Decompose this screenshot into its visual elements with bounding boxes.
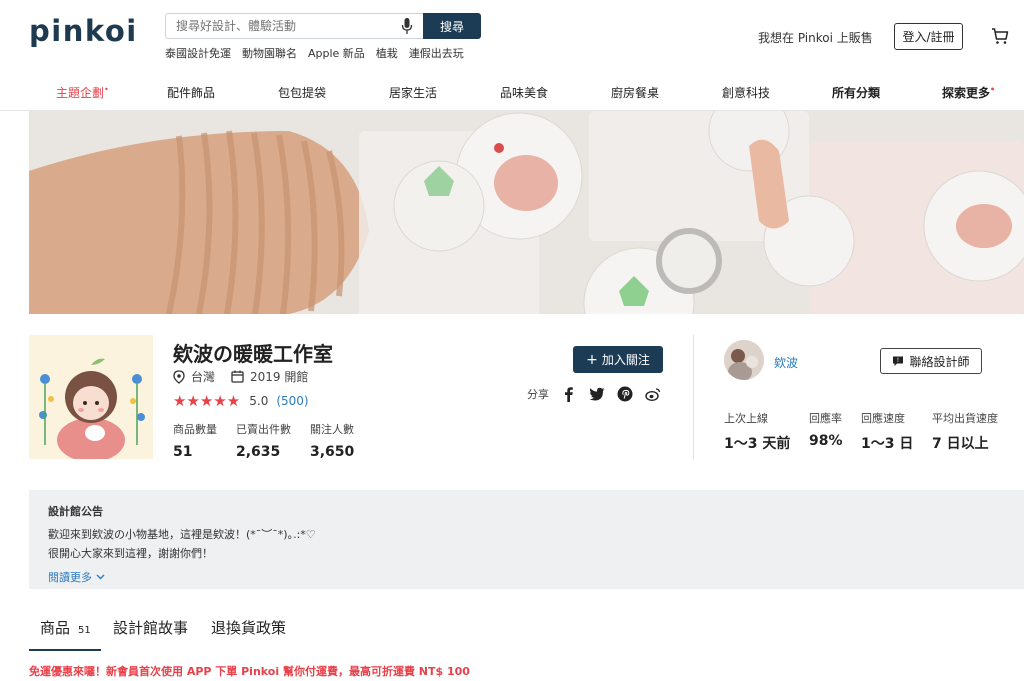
stat-value: 51 xyxy=(173,444,193,460)
designer-stat-response-speed: 回應速度 1～3 日 xyxy=(861,410,913,453)
stat-label: 關注人數 xyxy=(310,423,354,436)
announcement-text: 很開心大家來到這裡，謝謝你們！ xyxy=(48,547,213,560)
shop-avatar-illustration xyxy=(29,335,153,459)
search-button[interactable]: 搜尋 xyxy=(423,13,481,39)
category-nav: 主題企劃• 配件飾品 包包提袋 居家生活 品味美食 廚房餐桌 創意科技 所有分類… xyxy=(0,74,1024,111)
designer-photo xyxy=(724,340,764,380)
location-pin-icon xyxy=(173,369,185,384)
nav-item-theme[interactable]: 主題企劃• xyxy=(56,84,109,101)
pinkoi-logo[interactable]: pinkoi xyxy=(29,14,138,48)
tab-return-policy[interactable]: 退換貨政策 xyxy=(211,617,286,638)
stat-value: 2,635 xyxy=(236,444,281,460)
cart-icon[interactable] xyxy=(991,27,1009,45)
shop-avatar[interactable] xyxy=(29,335,153,459)
plus-icon: + xyxy=(586,352,598,368)
pinterest-icon[interactable] xyxy=(617,386,633,402)
stat-label: 回應速度 xyxy=(861,412,905,425)
stat-value: 3,650 xyxy=(310,444,355,460)
stat-value: 1～3 日 xyxy=(861,436,914,452)
share-row: 分享 xyxy=(527,386,661,402)
stat-label: 已賣出件數 xyxy=(236,423,291,436)
nav-item-explore-more[interactable]: 探索更多• xyxy=(942,84,995,101)
microphone-icon[interactable] xyxy=(401,17,413,35)
designer-stat-shipping-speed: 平均出貨速度 7 日以上 xyxy=(932,410,998,453)
active-tab-indicator xyxy=(29,649,101,651)
promo-banner-text[interactable]: 免運優惠來囉！新會員首次使用 APP 下單 Pinkoi 幫你付運費，最高可折運… xyxy=(29,663,470,679)
shop-banner xyxy=(29,111,1024,314)
tab-shop-story[interactable]: 設計館故事 xyxy=(113,617,188,638)
nav-label: 主題企劃 xyxy=(56,86,105,100)
designer-stat-last-online: 上次上線 1～3 天前 xyxy=(724,410,790,453)
new-dot: • xyxy=(104,85,109,94)
designer-avatar[interactable] xyxy=(724,340,764,380)
designer-name-link[interactable]: 欸波 xyxy=(774,354,798,371)
nav-label: 探索更多 xyxy=(942,86,991,100)
shop-rating: ★★★★★ 5.0 (500) xyxy=(173,392,309,410)
shop-opened: 2019 開館 xyxy=(250,370,309,384)
stat-followers: 關注人數 3,650 xyxy=(310,421,354,460)
chat-icon: ! xyxy=(893,356,904,366)
nav-item-accessories[interactable]: 配件飾品 xyxy=(167,84,215,101)
contact-designer-button[interactable]: ! 聯絡設計師 xyxy=(880,348,982,374)
follow-label: 加入關注 xyxy=(601,353,650,367)
shop-meta: 台灣 2019 開館 xyxy=(173,368,308,385)
announcement-title: 設計館公告 xyxy=(48,505,103,518)
search-input[interactable] xyxy=(165,13,423,39)
follow-button[interactable]: + 加入關注 xyxy=(573,346,663,373)
banner-image xyxy=(29,111,1024,314)
search-bar: 搜尋 xyxy=(165,13,481,39)
sell-on-pinkoi-link[interactable]: 我想在 Pinkoi 上販售 xyxy=(758,29,873,46)
hot-tag[interactable]: 植栽 xyxy=(376,45,398,61)
stat-value: 1～3 天前 xyxy=(724,436,791,452)
star-rating-icon: ★★★★★ xyxy=(173,392,241,410)
stat-value: 7 日以上 xyxy=(932,436,989,452)
rating-value: 5.0 xyxy=(249,394,269,408)
chevron-down-icon xyxy=(96,574,105,580)
hot-tag[interactable]: 泰國設計免運 xyxy=(165,45,231,61)
facebook-icon[interactable] xyxy=(561,386,577,402)
svg-text:!: ! xyxy=(897,357,899,364)
nav-item-home[interactable]: 居家生活 xyxy=(389,84,437,101)
new-dot: • xyxy=(990,85,996,94)
stat-sold: 已賣出件數 2,635 xyxy=(236,421,291,460)
stat-value: 98% xyxy=(809,433,843,449)
stat-label: 商品數量 xyxy=(173,423,217,436)
hot-tag[interactable]: 連假出去玩 xyxy=(409,45,464,61)
stat-label: 回應率 xyxy=(809,412,842,425)
login-register-button[interactable]: 登入/註冊 xyxy=(894,23,963,50)
share-label: 分享 xyxy=(527,388,549,401)
shop-name: 欸波の暖暖工作室 xyxy=(173,342,333,366)
hot-tag[interactable]: 動物園聯名 xyxy=(242,45,297,61)
vertical-divider xyxy=(693,335,694,459)
nav-item-food[interactable]: 品味美食 xyxy=(500,84,548,101)
tab-products[interactable]: 商品 51 xyxy=(40,617,91,638)
calendar-icon xyxy=(231,370,244,383)
hot-tags: 泰國設計免運 動物園聯名 Apple 新品 植栽 連假出去玩 xyxy=(165,45,464,61)
stat-products: 商品數量 51 xyxy=(173,421,217,460)
read-more-label: 閱讀更多 xyxy=(48,571,92,584)
shop-tabs: 商品 51 設計館故事 退換貨政策 xyxy=(29,606,1024,651)
twitter-icon[interactable] xyxy=(589,386,605,402)
nav-item-bags[interactable]: 包包提袋 xyxy=(278,84,326,101)
stat-label: 上次上線 xyxy=(724,412,768,425)
header: pinkoi 搜尋 泰國設計免運 動物園聯名 Apple 新品 植栽 連假出去玩… xyxy=(0,0,1024,74)
contact-label: 聯絡設計師 xyxy=(909,354,970,369)
tab-label: 商品 xyxy=(40,619,71,637)
nav-item-kitchen[interactable]: 廚房餐桌 xyxy=(611,84,659,101)
nav-item-all-categories[interactable]: 所有分類 xyxy=(832,84,880,101)
announcement-text: 歡迎來到欸波の小物基地，這裡是欸波！(*¯︶¯*)｡.:*♡ xyxy=(48,528,316,541)
designer-stat-response-rate: 回應率 98% xyxy=(809,410,843,449)
nav-item-tech[interactable]: 創意科技 xyxy=(722,84,770,101)
stat-label: 平均出貨速度 xyxy=(932,412,998,425)
tab-count: 51 xyxy=(78,625,91,636)
read-more-link[interactable]: 閱讀更多 xyxy=(48,569,1024,585)
hot-tag[interactable]: Apple 新品 xyxy=(308,45,365,61)
weibo-icon[interactable] xyxy=(645,386,661,402)
shop-location: 台灣 xyxy=(191,370,216,384)
shop-announcement: 設計館公告 歡迎來到欸波の小物基地，這裡是欸波！(*¯︶¯*)｡.:*♡ 很開心… xyxy=(29,490,1024,589)
rating-count-link[interactable]: (500) xyxy=(276,394,308,408)
